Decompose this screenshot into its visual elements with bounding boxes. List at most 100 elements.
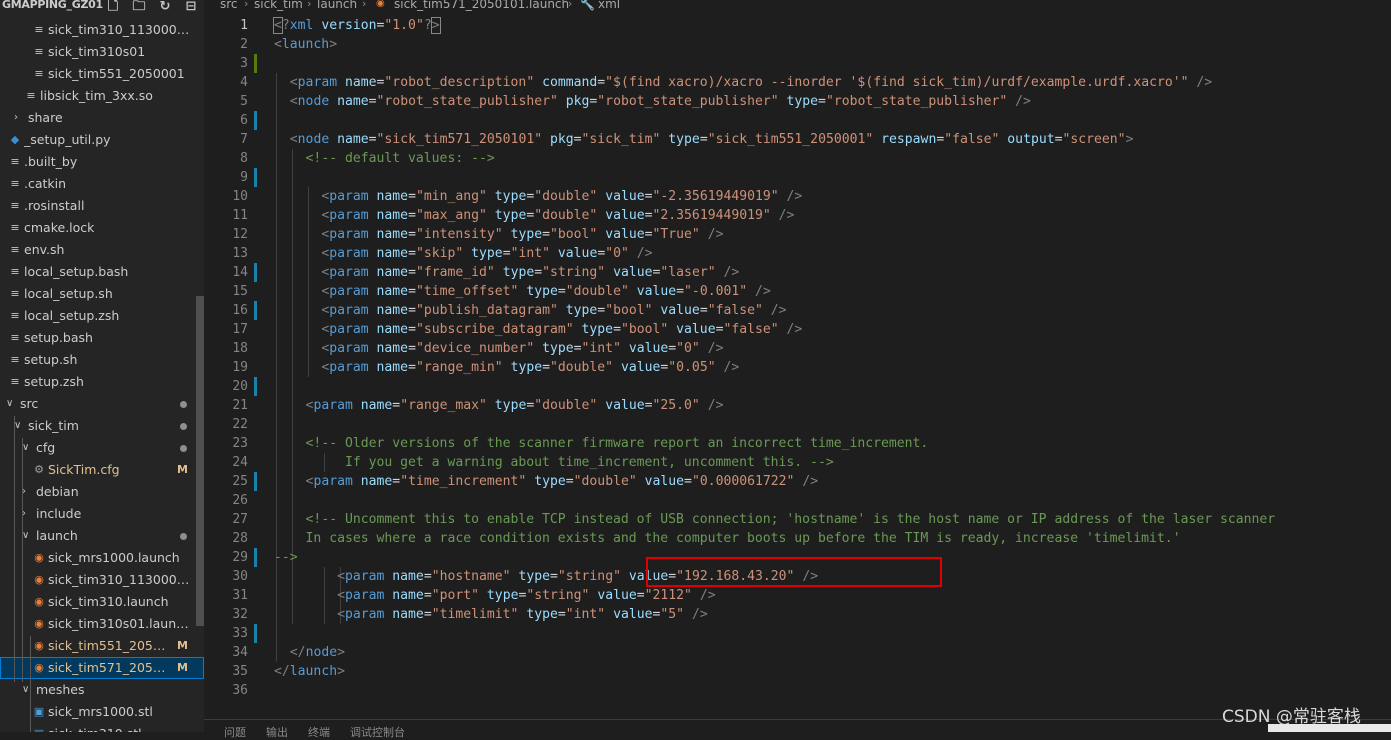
change-marker[interactable] xyxy=(254,54,257,73)
code-line[interactable]: <node name="sick_tim571_2050101" pkg="si… xyxy=(274,130,1134,149)
code-line[interactable]: <param name="intensity" type="bool" valu… xyxy=(274,225,723,244)
breadcrumb-item-sick-tim[interactable]: sick_tim xyxy=(254,0,303,11)
change-marker[interactable] xyxy=(254,111,257,130)
code-token: type xyxy=(510,227,543,242)
code-token: launch xyxy=(281,37,330,52)
sidebar-scrollbar[interactable] xyxy=(196,296,204,626)
tab-problems[interactable]: 问题 xyxy=(224,724,246,740)
collapse-all-icon[interactable]: ⊟ xyxy=(178,0,204,14)
tree-indent-guide xyxy=(30,636,31,732)
tree-file[interactable]: ◉ sick_tim310_1130000m0... xyxy=(0,569,204,591)
code-token: param xyxy=(297,75,338,90)
code-token: = xyxy=(392,398,401,413)
line-number: 29 xyxy=(232,550,248,565)
tree-folder[interactable]: › include xyxy=(0,503,204,525)
tree-file[interactable]: ≡ setup.sh xyxy=(0,349,204,371)
change-marker[interactable] xyxy=(254,263,257,282)
change-marker[interactable] xyxy=(254,377,257,396)
tree-folder[interactable]: ∨ src xyxy=(0,393,204,415)
tab-debug-console[interactable]: 调试控制台 xyxy=(350,724,405,740)
tree-file[interactable]: ⚙ SickTim.cfg M xyxy=(0,459,204,481)
code-line[interactable]: <?xml version="1.0"?> xyxy=(273,16,441,35)
tree-item-label: libsick_tim_3xx.so xyxy=(40,88,153,103)
tree-file[interactable]: ≡ sick_tim310s01 xyxy=(0,41,204,63)
chevron-down-icon[interactable]: ∨ xyxy=(14,415,24,437)
tree-folder[interactable]: ∨ launch xyxy=(0,525,204,547)
new-folder-icon[interactable]: 🗀 xyxy=(126,0,152,19)
tree-file[interactable]: ◆ _setup_util.py xyxy=(0,129,204,151)
chevron-right-icon[interactable]: › xyxy=(14,107,24,129)
code-editor[interactable]: 1 2 3 4 5 6 7 8 9 10 11 12 13 14 15 16 17 18 19 20 21 22 23 24 2… xyxy=(204,14,1391,719)
breadcrumb-item-xml[interactable]: xml xyxy=(598,0,620,11)
code-line[interactable]: <param name="min_ang" type="double" valu… xyxy=(274,187,802,206)
tree-folder[interactable]: ∨ cfg xyxy=(0,437,204,459)
code-line[interactable]: <param name="device_number" type="int" v… xyxy=(274,339,723,358)
tree-file[interactable]: ≡ cmake.lock xyxy=(0,217,204,239)
code-line[interactable]: <!-- Uncomment this to enable TCP instea… xyxy=(274,510,1276,529)
chevron-down-icon[interactable]: ∨ xyxy=(6,393,16,415)
change-marker[interactable] xyxy=(254,301,257,320)
code-line[interactable]: </node> xyxy=(274,643,345,662)
tree-file[interactable]: ≡ local_setup.bash xyxy=(0,261,204,283)
code-line[interactable]: <param name="subscribe_datagram" type="b… xyxy=(274,320,802,339)
code-line[interactable]: <!-- default values: --> xyxy=(274,149,495,168)
code-line[interactable]: <param name="timelimit" type="int" value… xyxy=(274,605,708,624)
change-marker[interactable] xyxy=(254,168,257,187)
tree-folder[interactable]: ∨ sick_tim xyxy=(0,415,204,437)
change-marker[interactable] xyxy=(254,472,257,491)
breadcrumb-item-file[interactable]: sick_tim571_2050101.launch xyxy=(394,0,569,11)
breadcrumb-item-launch[interactable]: launch xyxy=(317,0,357,11)
tree-folder[interactable]: › share xyxy=(0,107,204,129)
tree-file[interactable]: ≡ env.sh xyxy=(0,239,204,261)
new-file-icon[interactable]: 🗋 xyxy=(100,0,126,19)
tree-item-label: sick_tim310s01.launch xyxy=(48,616,190,631)
chevron-right-icon[interactable]: › xyxy=(22,481,32,503)
tree-file[interactable]: ≡ .catkin xyxy=(0,173,204,195)
code-line[interactable]: --> xyxy=(274,548,298,567)
change-marker[interactable] xyxy=(254,624,257,643)
code-line[interactable]: <param name="max_ang" type="double" valu… xyxy=(274,206,794,225)
chevron-down-icon[interactable]: ∨ xyxy=(22,437,32,459)
chevron-right-icon[interactable]: › xyxy=(22,503,32,525)
code-line[interactable]: <node name="robot_state_publisher" pkg="… xyxy=(274,92,1031,111)
code-line[interactable]: <param name="port" type="string" value="… xyxy=(274,586,716,605)
change-marker[interactable] xyxy=(254,548,257,567)
explorer-actions: 🗋 🗀 ↻ ⊟ xyxy=(100,0,204,19)
code-line[interactable]: In cases where a race condition exists a… xyxy=(274,529,1181,548)
refresh-icon[interactable]: ↻ xyxy=(152,0,178,14)
tree-file[interactable]: ◉ sick_tim310.launch xyxy=(0,591,204,613)
tree-folder[interactable]: › debian xyxy=(0,481,204,503)
code-line[interactable]: <!-- Older versions of the scanner firmw… xyxy=(274,434,929,453)
code-line[interactable]: <param name="robot_description" command=… xyxy=(274,73,1212,92)
tree-file[interactable]: ◉ sick_tim310s01.launch xyxy=(0,613,204,635)
code-line[interactable]: <param name="time_increment" type="doubl… xyxy=(274,472,819,491)
tree-file[interactable]: ≡ libsick_tim_3xx.so xyxy=(0,85,204,107)
tab-output[interactable]: 输出 xyxy=(266,724,288,740)
code-line[interactable]: <launch> xyxy=(274,35,337,54)
breadcrumb-item-src[interactable]: src xyxy=(220,0,238,11)
code-token: name xyxy=(376,284,409,299)
code-line[interactable]: <param name="frame_id" type="string" val… xyxy=(274,263,739,282)
tree-file[interactable]: ≡ local_setup.sh xyxy=(0,283,204,305)
code-line[interactable]: <param name="range_max" type="double" va… xyxy=(274,396,724,415)
tree-file[interactable]: ◉ sick_mrs1000.launch xyxy=(0,547,204,569)
explorer-title: GMAPPING_GZ01 xyxy=(2,0,103,11)
code-line[interactable]: If you get a warning about time_incremen… xyxy=(274,453,834,472)
code-line[interactable]: </launch> xyxy=(274,662,345,681)
tree-file[interactable]: ≡ setup.zsh xyxy=(0,371,204,393)
tree-file[interactable]: ≡ .built_by xyxy=(0,151,204,173)
chevron-down-icon[interactable]: ∨ xyxy=(22,525,32,547)
code-line[interactable]: <param name="publish_datagram" type="boo… xyxy=(274,301,786,320)
tree-file[interactable]: ≡ setup.bash xyxy=(0,327,204,349)
tab-terminal[interactable]: 终端 xyxy=(308,724,330,740)
tree-file[interactable]: ≡ .rosinstall xyxy=(0,195,204,217)
tree-file[interactable]: ≡ local_setup.zsh xyxy=(0,305,204,327)
code-line[interactable]: <param name="range_min" type="double" va… xyxy=(274,358,739,377)
tree-file[interactable]: ≡ sick_tim551_2050001 xyxy=(0,63,204,85)
tree-file[interactable]: ≡ sick_tim310_1130000m01 xyxy=(0,19,204,41)
code-line[interactable]: <param name="skip" type="int" value="0" … xyxy=(274,244,652,263)
code-line[interactable]: <param name="time_offset" type="double" … xyxy=(274,282,770,301)
